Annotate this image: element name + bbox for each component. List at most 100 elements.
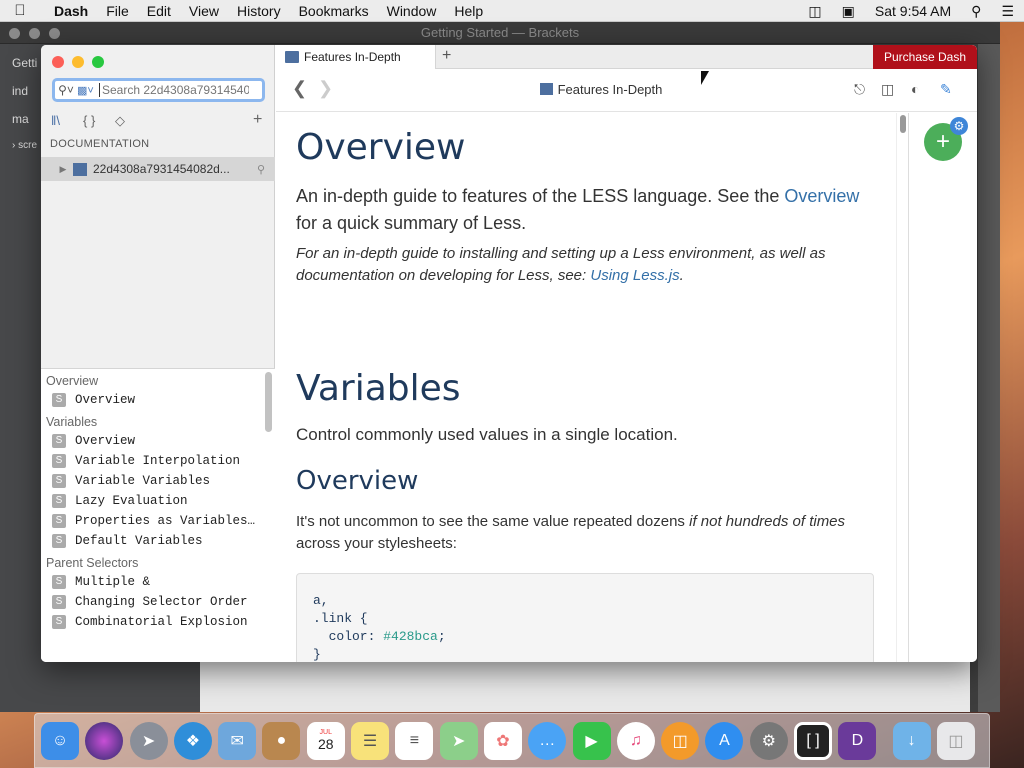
search-field[interactable]: ⚲˅ ▩˅ — [52, 78, 265, 102]
toc-item-label: Combinatorial Explosion — [75, 615, 248, 629]
photos-icon[interactable]: ✿ — [483, 721, 522, 760]
brackets-close-icon[interactable] — [9, 28, 20, 39]
app-store-icon[interactable]: A — [705, 721, 744, 760]
code-line: color: #428bca; — [313, 628, 857, 646]
add-annotation-button[interactable]: + ⚙ — [924, 117, 968, 161]
gear-icon[interactable]: ⚙ — [950, 117, 968, 135]
snippets-icon[interactable]: { } — [83, 113, 95, 128]
scrollbar-thumb[interactable] — [900, 115, 906, 133]
messages-icon[interactable]: … — [528, 721, 567, 760]
safari-icon[interactable]: ❖ — [173, 721, 212, 760]
menu-history[interactable]: History — [228, 3, 290, 19]
variables-overview-paragraph: It's not uncommon to see the same value … — [296, 511, 876, 555]
trash-icon[interactable]: ◫ — [936, 721, 975, 760]
toc-item[interactable]: S Overview — [41, 390, 275, 410]
launchpad-icon[interactable]: ➤ — [129, 721, 168, 760]
toc-item[interactable]: S Default Variables — [41, 531, 275, 551]
search-icon[interactable]: ⚲˅ — [55, 83, 77, 97]
minimize-window-icon[interactable] — [72, 56, 84, 68]
docset-name: 22d4308a7931454082d... — [93, 162, 230, 176]
toc-item[interactable]: S Multiple & — [41, 572, 275, 592]
toc-item[interactable]: S Lazy Evaluation — [41, 491, 275, 511]
search-input[interactable] — [99, 83, 249, 97]
purchase-dash-button[interactable]: Purchase Dash — [873, 45, 977, 69]
toc-item[interactable]: S Variable Interpolation — [41, 451, 275, 471]
docset-row[interactable]: ▶ 22d4308a7931454082d... ⚲ — [41, 157, 275, 181]
reminders-icon[interactable]: ≡ — [395, 721, 434, 760]
toc-section-variables[interactable]: Variables — [41, 410, 275, 431]
notification-center-icon[interactable]: ☰ — [1001, 3, 1014, 20]
downloads-folder-icon[interactable]: ↓ — [892, 721, 931, 760]
tab-features-in-depth[interactable]: Features In-Depth — [276, 45, 436, 69]
spotlight-search-icon[interactable]: ⚲ — [971, 3, 981, 20]
calendar-month: JUL — [319, 729, 332, 736]
menu-file[interactable]: File — [97, 3, 138, 19]
tab-bar: Features In-Depth + Purchase Dash — [276, 45, 977, 69]
paragraph-emphasis: if not hundreds of times — [689, 513, 846, 530]
contrast-icon[interactable]: ◐ — [911, 81, 919, 97]
toc-item-label: Overview — [75, 434, 136, 448]
maps-icon[interactable]: ➤ — [439, 721, 478, 760]
share-icon[interactable]: ⎋ — [854, 81, 865, 98]
menu-bookmarks[interactable]: Bookmarks — [290, 3, 378, 19]
ibooks-icon[interactable]: ◫ — [661, 721, 700, 760]
dash-window: ⚲˅ ▩˅ ‖\ { } ◇ + DOCUMENTATION ▶ 22d4308… — [41, 45, 977, 662]
toc-scrollbar[interactable] — [265, 372, 272, 432]
brackets-icon[interactable]: [ ] — [794, 721, 833, 760]
dash-sidebar: ⚲˅ ▩˅ ‖\ { } ◇ + DOCUMENTATION ▶ 22d4308… — [41, 45, 275, 662]
toc-item[interactable]: S Combinatorial Explosion — [41, 612, 275, 632]
calendar-icon[interactable]: JUL 28 — [306, 721, 345, 760]
facetime-icon[interactable]: ▶ — [572, 721, 611, 760]
apple-menu-icon[interactable]:  — [0, 2, 40, 19]
annotate-icon[interactable]: ✎ — [940, 81, 952, 98]
toc-item[interactable]: S Overview — [41, 431, 275, 451]
toc-item[interactable]: S Changing Selector Order — [41, 592, 275, 612]
page-title-text: Features In-Depth — [557, 82, 663, 97]
docset-search-icon[interactable]: ⚲ — [257, 163, 265, 176]
heading-variables: Variables — [296, 368, 461, 409]
airplay-icon[interactable]: ▣ — [842, 3, 855, 20]
close-window-icon[interactable] — [52, 56, 64, 68]
dash-icon[interactable]: D — [838, 721, 877, 760]
menu-view[interactable]: View — [180, 3, 228, 19]
brackets-window-title: Getting Started — Brackets — [0, 22, 1000, 44]
itunes-icon[interactable]: ♫ — [616, 721, 655, 760]
siri-icon[interactable] — [85, 721, 124, 760]
toc-item-label: Properties as Variables… — [75, 514, 256, 528]
library-icon[interactable]: ‖\ — [51, 113, 60, 128]
new-tab-button[interactable]: + — [442, 47, 451, 65]
brackets-zoom-icon[interactable] — [49, 28, 60, 39]
zoom-window-icon[interactable] — [92, 56, 104, 68]
menu-edit[interactable]: Edit — [138, 3, 180, 19]
code-block: a, .link { color: #428bca; } — [296, 573, 874, 662]
docset-book-icon — [539, 83, 553, 95]
toc-section-overview[interactable]: Overview — [41, 369, 275, 390]
toc-item[interactable]: S Properties as Variables… — [41, 511, 275, 531]
content-scrollbar[interactable] — [896, 113, 908, 662]
mirror-display-icon[interactable]: ◫ — [808, 3, 821, 20]
using-less-js-link[interactable]: Using Less.js — [590, 267, 679, 284]
paragraph-text-end: across your stylesheets: — [296, 535, 457, 552]
toc-item[interactable]: S Variable Variables — [41, 471, 275, 491]
add-docset-icon[interactable]: + — [253, 111, 262, 129]
mail-icon[interactable]: ✉ — [218, 721, 257, 760]
system-preferences-icon[interactable]: ⚙ — [749, 721, 788, 760]
install-note-text: For an in-depth guide to installing and … — [296, 245, 826, 284]
menu-app-name[interactable]: Dash — [40, 3, 97, 19]
clock[interactable]: Sat 9:54 AM — [875, 3, 951, 19]
code-line: } — [313, 647, 321, 662]
overview-link[interactable]: Overview — [784, 186, 859, 206]
contacts-icon[interactable]: ● — [262, 721, 301, 760]
notes-icon[interactable]: ☰ — [351, 721, 390, 760]
disclosure-triangle-icon[interactable]: ▶ — [53, 164, 73, 175]
code-line: .link { — [313, 611, 368, 626]
menu-help[interactable]: Help — [445, 3, 492, 19]
bookmarks-book-icon[interactable]: ◫ — [881, 81, 894, 98]
finder-icon[interactable]: ☺ — [41, 721, 79, 760]
brackets-minimize-icon[interactable] — [29, 28, 40, 39]
docset-filter-icon[interactable]: ▩˅ — [77, 84, 99, 97]
toc-section-parent-selectors[interactable]: Parent Selectors — [41, 551, 275, 572]
code-value: #428bca — [383, 629, 438, 644]
tag-icon[interactable]: ◇ — [115, 113, 125, 129]
menu-window[interactable]: Window — [378, 3, 446, 19]
